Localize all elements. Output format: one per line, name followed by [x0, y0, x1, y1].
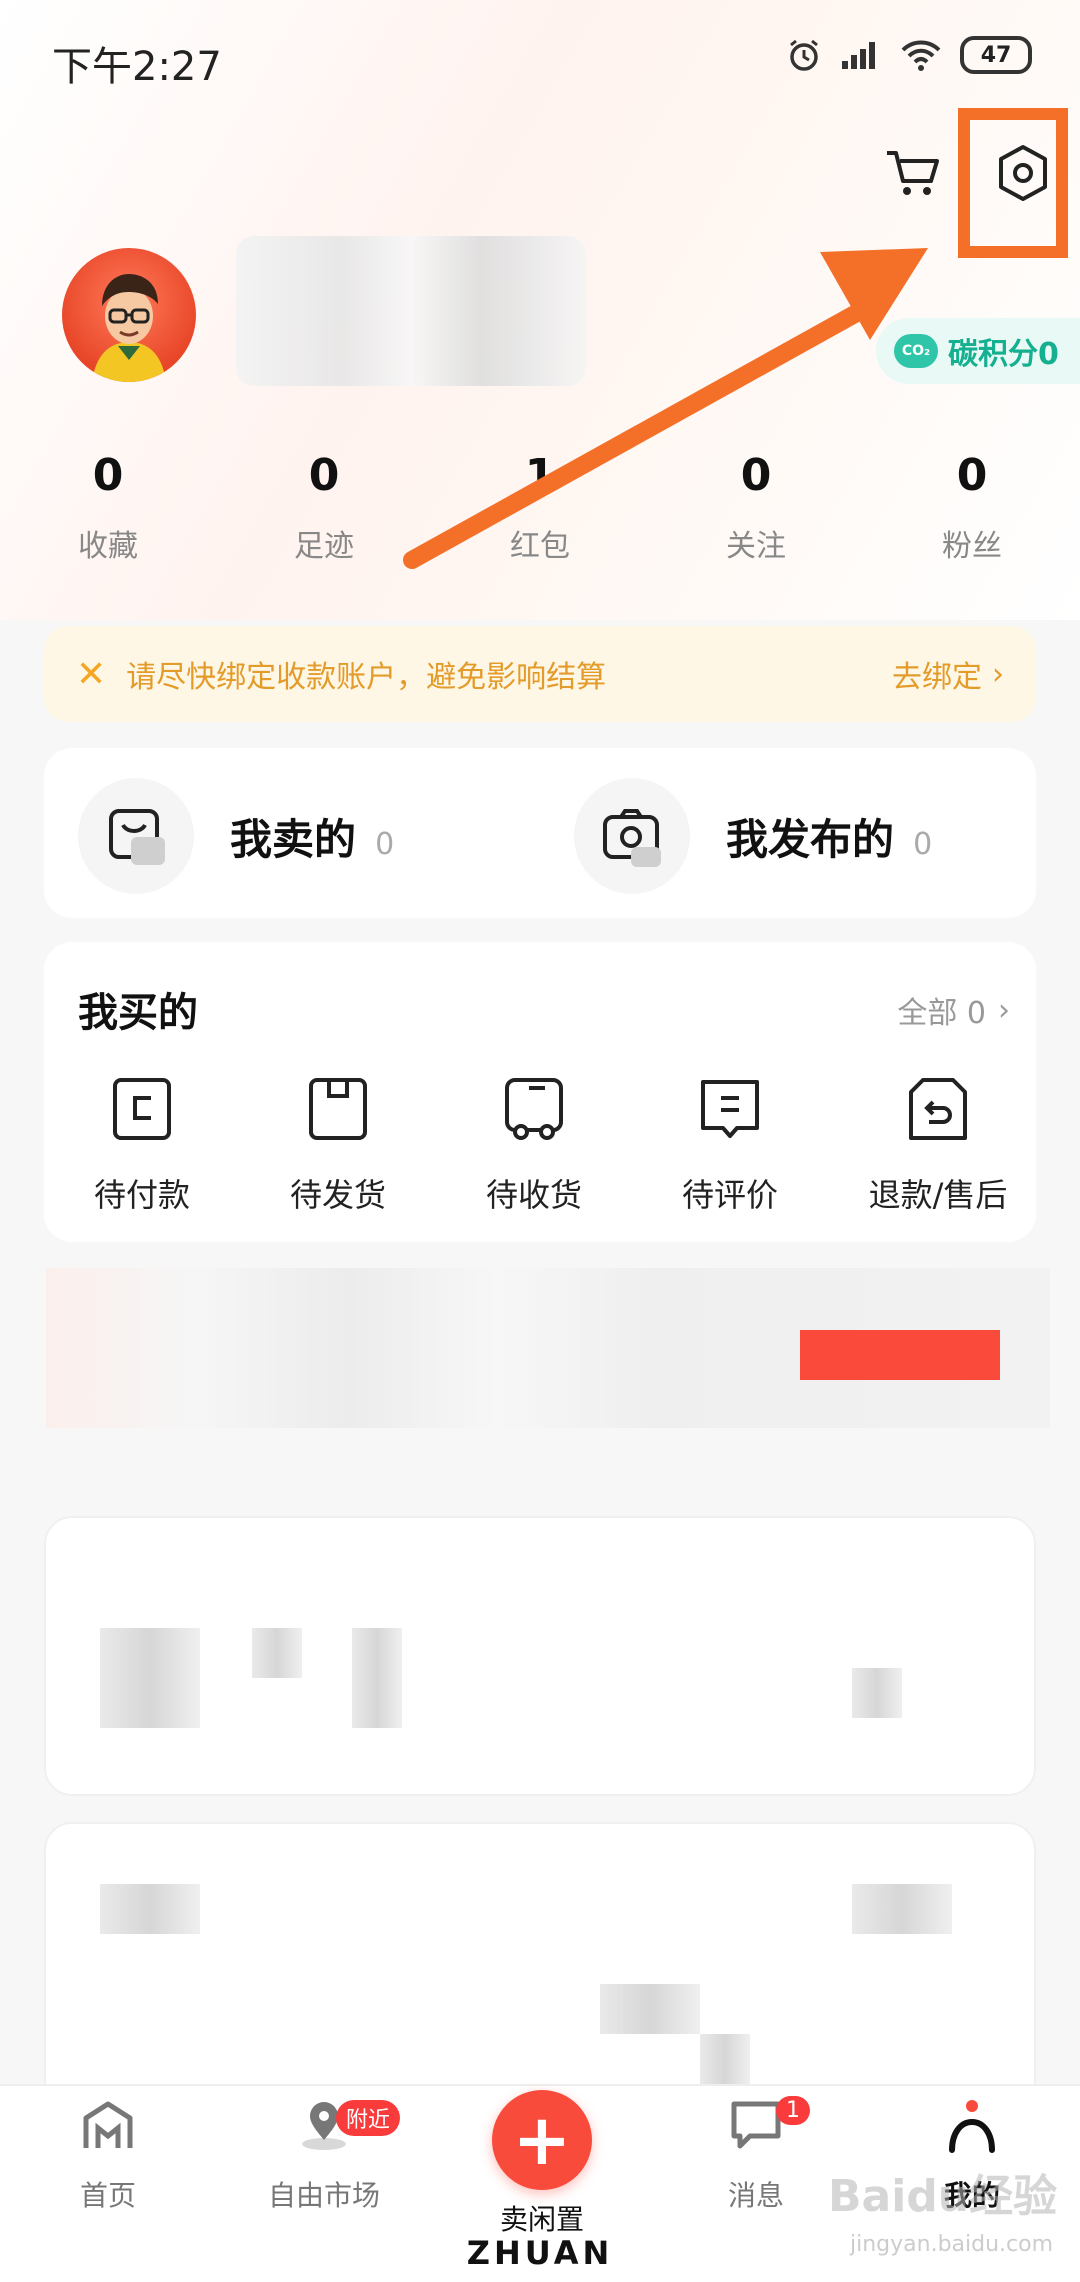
order-label: 待评价 [681, 1176, 778, 1214]
stat-following[interactable]: 0 关注 [648, 450, 864, 565]
order-label: 待付款 [93, 1176, 190, 1214]
brand-logo: ZHUAN [466, 2234, 614, 2272]
stat-value: 1 [524, 450, 556, 501]
watermark-logo: Baidu经验 [828, 2171, 1058, 2222]
package-icon [309, 1078, 367, 1140]
blurred-text [352, 1628, 402, 1728]
notice-message: 请尽快绑定收款账户，避免影响结算 [126, 660, 607, 695]
stat-label: 关注 [726, 529, 786, 564]
nav-label: 首页 [79, 2179, 136, 2212]
order-pending-review[interactable]: 待评价 [632, 1074, 828, 1216]
blurred-text [700, 2034, 750, 2084]
home-icon [83, 2101, 133, 2148]
status-time: 下午2:27 [52, 44, 222, 90]
blurred-thumbnail [100, 1628, 200, 1728]
blurred-card [44, 1516, 1036, 1796]
blurred-text [252, 1628, 302, 1678]
status-icons: 47 [786, 36, 1032, 74]
stat-value: 0 [740, 450, 772, 501]
cart-button[interactable] [878, 138, 948, 208]
sell-idle-button[interactable]: + [492, 2090, 592, 2190]
order-label: 待发货 [289, 1176, 386, 1214]
my-published-label: 我发布的 [726, 814, 895, 864]
nearby-badge: 附近 [336, 2100, 401, 2136]
my-published-icon-wrap [574, 778, 690, 894]
my-published-button[interactable]: 我发布的 0 [574, 778, 932, 894]
view-all-orders-label: 全部 0 [897, 996, 986, 1031]
stat-value: 0 [308, 450, 340, 501]
avatar-illustration-icon [92, 274, 166, 382]
bind-account-label: 去绑定 [892, 660, 982, 695]
close-icon[interactable]: ✕ [76, 654, 106, 695]
camera-icon [603, 809, 661, 867]
bag-icon [109, 809, 165, 865]
stat-favorites[interactable]: 0 收藏 [0, 450, 216, 565]
my-sold-icon-wrap [78, 778, 194, 894]
bind-account-notice: ✕ 请尽快绑定收款账户，避免影响结算 去绑定 › [44, 626, 1036, 722]
stat-value: 0 [92, 450, 124, 501]
chevron-right-icon: › [998, 992, 1010, 1028]
blurred-text [852, 1884, 952, 1934]
username-blurred [236, 236, 586, 386]
truck-icon [505, 1078, 563, 1140]
my-purchases-title: 我买的 [78, 990, 198, 1036]
order-label: 退款/售后 [868, 1176, 1008, 1214]
my-sold-button[interactable]: 我卖的 0 [78, 778, 394, 894]
plus-icon: + [512, 2099, 572, 2181]
refund-icon [909, 1078, 967, 1140]
order-refund-aftersale[interactable]: 退款/售后 [840, 1074, 1036, 1216]
carbon-points-label: 碳积分0 [948, 337, 1059, 372]
stat-label: 红包 [510, 529, 570, 564]
chevron-right-icon: › [992, 656, 1004, 692]
order-pending-shipment[interactable]: 待发货 [240, 1074, 436, 1216]
wallet-icon [113, 1078, 171, 1140]
wifi-icon [901, 40, 941, 71]
cart-icon [887, 151, 939, 195]
stat-fans[interactable]: 0 粉丝 [864, 450, 1080, 565]
sell-idle-label: 卖闲置 [499, 2203, 584, 2236]
profile-icon [949, 2100, 995, 2153]
comment-icon [701, 1080, 759, 1138]
stat-label: 粉丝 [942, 529, 1002, 564]
stat-label: 收藏 [78, 529, 138, 564]
messages-count-badge: 1 [776, 2096, 810, 2125]
battery-indicator: 47 [960, 36, 1032, 74]
my-sold-label: 我卖的 [230, 814, 357, 864]
alarm-icon [790, 39, 818, 71]
signal-icon [842, 42, 875, 69]
order-pending-payment[interactable]: 待付款 [44, 1074, 240, 1216]
co2-icon: CO₂ [894, 334, 938, 368]
my-published-count: 0 [913, 826, 933, 862]
avatar[interactable] [62, 248, 196, 382]
stat-label: 足迹 [294, 529, 354, 564]
watermark-url: jingyan.baidu.com [850, 2232, 1054, 2257]
stat-footprints[interactable]: 0 足迹 [216, 450, 432, 565]
annotation-highlight-box [958, 108, 1068, 258]
nav-free-market[interactable]: 自由市场 附近 [216, 2094, 432, 2214]
view-all-orders-link[interactable]: 全部 0 › [897, 988, 1010, 1032]
stat-red-packets[interactable]: 1 红包 [432, 450, 648, 565]
order-label: 待收货 [485, 1176, 582, 1214]
banner-red-button[interactable] [800, 1330, 1000, 1380]
nav-label: 自由市场 [267, 2179, 380, 2212]
my-sold-count: 0 [375, 826, 395, 862]
blurred-text [600, 1984, 700, 2034]
order-pending-receipt[interactable]: 待收货 [436, 1074, 632, 1216]
blurred-text [852, 1668, 902, 1718]
stat-value: 0 [956, 450, 988, 501]
bind-account-link[interactable]: 去绑定 › [892, 652, 1004, 696]
nav-home[interactable]: 首页 [0, 2094, 216, 2214]
carbon-points-badge[interactable]: CO₂ 碳积分0 [876, 318, 1080, 384]
blurred-text [100, 1884, 200, 1934]
